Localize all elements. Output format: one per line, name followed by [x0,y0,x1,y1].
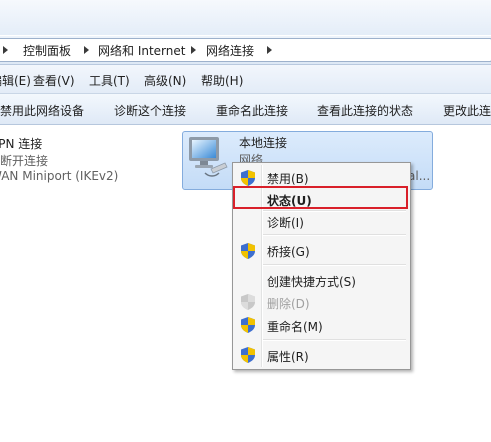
breadcrumb-network-internet[interactable]: 网络和 Internet [98,42,185,59]
status-highlight-box [233,186,408,209]
menu-item-rename[interactable]: 重命名(M) [267,318,323,335]
menu-bar: 编辑(E) 查看(V) 工具(T) 高级(N) 帮助(H) [0,65,491,94]
vpn-connection-status: 已断开连接 [0,154,49,168]
local-connection-device: al... [408,169,431,183]
menu-item-disable[interactable]: 禁用(B) [267,170,309,187]
vpn-connection-name: VPN 连接 [0,137,43,151]
uac-shield-icon [241,317,255,333]
menu-advanced[interactable]: 高级(N) [144,72,186,89]
vpn-connection-device: WAN Miniport (IKEv2) [0,169,119,183]
menu-item-create-shortcut[interactable]: 创建快捷方式(S) [267,273,356,290]
menu-view[interactable]: 查看(V) [33,72,75,89]
command-bar: 禁用此网络设备 诊断这个连接 重命名此连接 查看此连接的状态 更改此连接 [0,94,491,125]
breadcrumb-control-panel[interactable]: 控制面板 [23,42,71,59]
menu-item-delete: 删除(D) [267,297,310,311]
change-settings-button[interactable]: 更改此连接 [443,102,491,119]
menu-separator [263,339,406,341]
menu-edit[interactable]: 编辑(E) [0,72,31,89]
window-title-strip [0,0,491,35]
diagnose-connection-button[interactable]: 诊断这个连接 [114,102,186,119]
disable-device-button[interactable]: 禁用此网络设备 [0,102,84,119]
menu-help[interactable]: 帮助(H) [201,72,243,89]
menu-separator [263,264,406,266]
menu-item-diagnose[interactable]: 诊断(I) [267,214,304,231]
address-bar: 控制面板 网络和 Internet 网络连接 [0,36,491,65]
menu-separator [263,210,406,212]
rename-connection-button[interactable]: 重命名此连接 [216,102,288,119]
network-adapter-icon [189,137,228,177]
view-status-button[interactable]: 查看此连接的状态 [317,102,413,119]
menu-item-properties[interactable]: 属性(R) [267,348,309,365]
breadcrumb-separator-icon[interactable] [267,46,272,54]
breadcrumb-separator-icon[interactable] [191,46,196,54]
uac-shield-icon [241,294,255,310]
breadcrumb-separator-icon[interactable] [84,46,89,54]
breadcrumb-network-connections[interactable]: 网络连接 [206,42,254,59]
uac-shield-icon [241,347,255,363]
uac-shield-icon [241,170,255,186]
menu-tools[interactable]: 工具(T) [89,72,130,89]
menu-separator [263,234,406,236]
breadcrumb-separator-icon[interactable] [3,46,8,54]
local-connection-name: 本地连接 [239,136,288,150]
uac-shield-icon [241,243,255,259]
menu-item-bridge[interactable]: 桥接(G) [267,243,310,260]
breadcrumb[interactable]: 控制面板 网络和 Internet 网络连接 [0,38,491,62]
